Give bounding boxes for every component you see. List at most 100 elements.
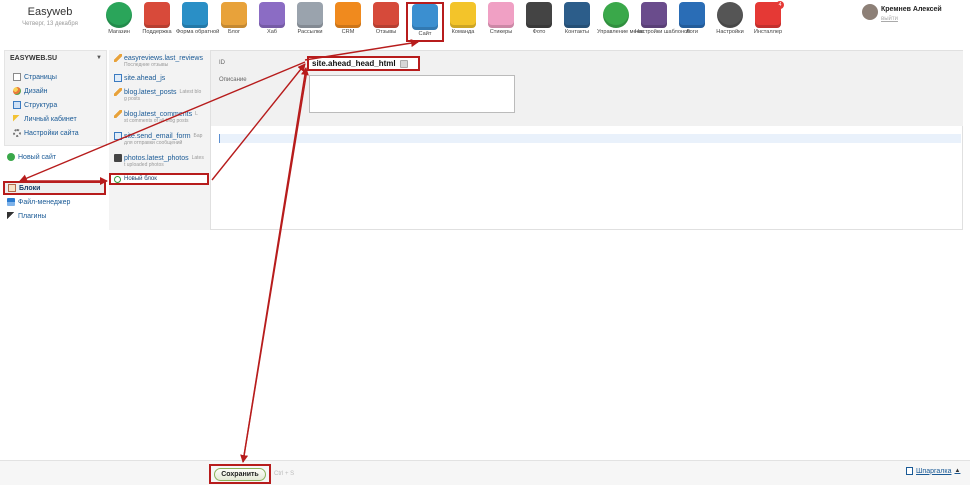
app-label: Инсталлер <box>753 29 783 35</box>
block-name: blog.latest_comments <box>124 110 193 118</box>
sidebar-item-label: Файл-менеджер <box>18 198 71 206</box>
cheatsheet-link[interactable]: Шпаргалка ▲ <box>906 467 960 475</box>
pencil-icon <box>114 88 122 96</box>
app-label: Отзывы <box>375 29 397 35</box>
app-crm[interactable]: CRM <box>329 2 367 42</box>
app-label: Стикеры <box>489 29 513 35</box>
app-settings[interactable]: Настройки <box>711 2 749 42</box>
app-contacts[interactable]: Контакты <box>558 2 596 42</box>
sidebar-item-site-settings[interactable]: Настройки сайта <box>13 127 79 139</box>
block-item[interactable]: blog.latest_posts Latest blo g posts <box>114 88 210 102</box>
block-description: для отправки сообщений <box>124 140 183 146</box>
templates-icon <box>641 2 667 28</box>
sidebar-item-design[interactable]: Дизайн <box>13 85 48 97</box>
app-menu[interactable]: Управление меню <box>597 2 644 42</box>
camera-icon <box>526 2 552 28</box>
app-team[interactable]: Команда <box>444 2 482 42</box>
app-installer[interactable]: Инсталлер 4 <box>749 1 787 42</box>
hub-icon <box>259 2 285 28</box>
new-site-label: Новый сайт <box>18 153 57 161</box>
block-item[interactable]: blog.latest_comments L st comments of all… <box>114 110 210 124</box>
block-editor: ID Описание site.ahead_head_html <box>211 50 963 230</box>
app-stickers[interactable]: Стикеры <box>482 2 520 42</box>
structure-icon <box>13 101 21 109</box>
footer-bar: Сохранить Ctrl + S Шпаргалка ▲ <box>0 460 970 485</box>
app-label: Настройки шаблонов <box>635 29 691 35</box>
avatar[interactable] <box>862 4 878 20</box>
stickers-icon <box>488 2 514 28</box>
sidebar-item-blocks[interactable]: Блоки <box>3 181 106 195</box>
app-label: Настройки <box>716 29 744 35</box>
chevron-down-icon[interactable]: ▼ <box>96 55 102 61</box>
sidebar-item-pages[interactable]: Страницы <box>13 71 57 83</box>
contacts-icon <box>564 2 590 28</box>
sidebar-item-account[interactable]: Личный кабинет <box>13 113 77 125</box>
description-input[interactable] <box>309 75 515 113</box>
sidebar-item-plugins[interactable]: Плагины <box>7 212 46 220</box>
app-reviews[interactable]: Отзывы <box>367 2 405 42</box>
menu-icon <box>603 2 629 28</box>
block-description: g posts <box>124 96 141 102</box>
pencil-icon <box>114 54 122 62</box>
brand-name[interactable]: Easyweb <box>0 6 100 18</box>
id-label: ID <box>219 60 225 66</box>
block-item[interactable]: photos.latest_photos Lates t uploaded pho… <box>114 154 210 168</box>
app-label: Команда <box>451 29 475 35</box>
sidebar-item-file-manager[interactable]: Файл-менеджер <box>7 198 70 206</box>
app-feedback[interactable]: Форма обратной <box>176 2 220 42</box>
site-title[interactable]: EASYWEB.SU <box>10 55 57 62</box>
block-item[interactable]: site.send_email_form Бар для отправки соо… <box>114 132 210 146</box>
site-selector: EASYWEB.SU ▼ Страницы Дизайн Структура Л… <box>4 50 107 146</box>
new-block-label: Новый блок <box>124 176 157 182</box>
site-icon <box>412 4 438 30</box>
plugin-icon <box>7 212 15 220</box>
block-description: st comments of all blog posts <box>124 118 189 124</box>
app-support[interactable]: Поддержка <box>138 2 176 42</box>
save-shortcut-hint: Ctrl + S <box>274 471 295 477</box>
sidebar-item-label: Дизайн <box>24 87 48 95</box>
app-site[interactable]: Сайт <box>406 2 444 42</box>
new-block-button[interactable]: Новый блок <box>109 173 209 185</box>
user-name[interactable]: Кремнев Алексей <box>881 6 942 13</box>
block-item[interactable]: site.ahead_js <box>114 74 210 82</box>
page-icon <box>114 132 122 140</box>
new-site-link[interactable]: Новый сайт <box>7 153 56 161</box>
mailer-icon <box>297 2 323 28</box>
block-name: site.ahead_js <box>124 74 166 82</box>
cheatsheet-label: Шпаргалка <box>916 467 952 475</box>
app-blog[interactable]: Блог <box>215 2 253 42</box>
app-mailer[interactable]: Рассылки <box>291 2 329 42</box>
team-icon <box>450 2 476 28</box>
dollar-icon <box>106 2 132 28</box>
chevron-up-icon: ▲ <box>954 468 961 474</box>
app-photo[interactable]: Фото <box>520 2 558 42</box>
page-icon <box>114 74 122 82</box>
key-icon <box>13 115 21 123</box>
block-id-field[interactable]: site.ahead_head_html <box>307 56 420 71</box>
app-templates[interactable]: Настройки шаблонов <box>635 2 691 42</box>
app-label: Сайт <box>418 31 432 37</box>
logout-link[interactable]: выйти <box>881 16 898 22</box>
sidebar-item-label: Блоки <box>19 184 41 192</box>
block-name: easyreviews.last_reviews <box>124 54 203 62</box>
code-editor-line[interactable] <box>219 134 961 143</box>
app-label: Логи <box>686 29 698 35</box>
app-label: Блог <box>227 29 241 35</box>
block-name: blog.latest_posts <box>124 88 177 96</box>
app-shop[interactable]: Магазин <box>100 2 138 42</box>
block-tag: Lates <box>191 155 204 161</box>
app-label: Фото <box>532 29 546 35</box>
sidebar-item-structure[interactable]: Структура <box>13 99 57 111</box>
brand[interactable]: Easyweb Четверг, 13 декабря <box>0 6 100 27</box>
plus-icon <box>114 175 121 183</box>
app-label: Управление меню <box>597 29 644 35</box>
edit-icon[interactable] <box>399 59 408 68</box>
app-logs[interactable]: Логи <box>673 2 711 42</box>
app-label: Магазин <box>108 29 130 35</box>
save-button[interactable]: Сохранить <box>214 468 266 481</box>
app-hub[interactable]: Хаб <box>253 2 291 42</box>
pencil-icon <box>221 2 247 28</box>
block-item[interactable]: easyreviews.last_reviews Последние отзыв… <box>114 54 210 68</box>
app-label: Форма обратной <box>176 29 220 35</box>
speech-icon <box>373 2 399 28</box>
